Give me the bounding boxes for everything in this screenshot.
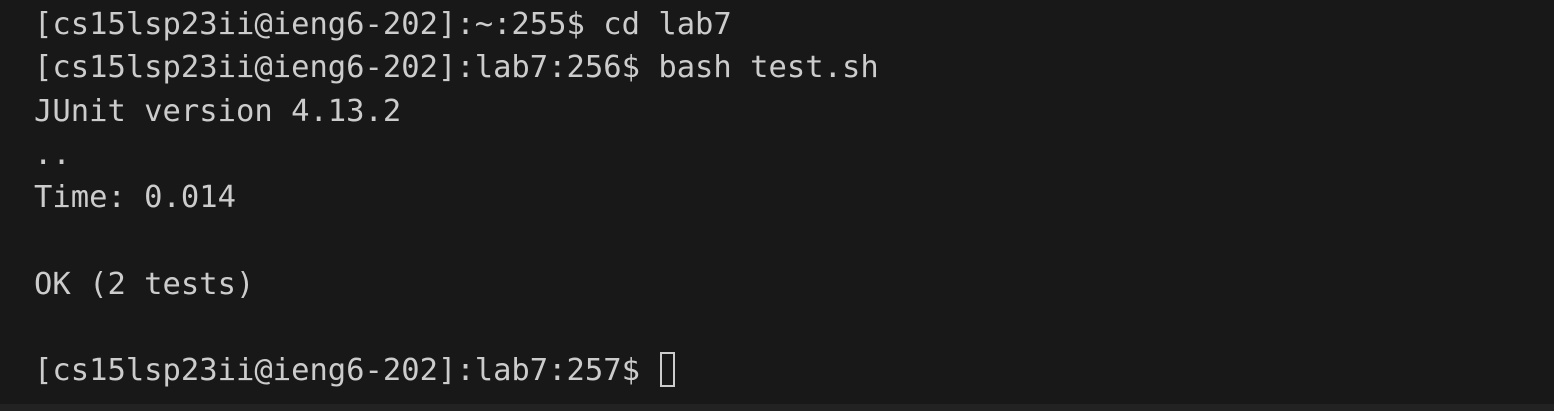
- terminal-cursor[interactable]: [659, 352, 675, 388]
- terminal-line: JUnit version 4.13.2: [34, 93, 402, 129]
- terminal-output: [cs15lsp23ii@ieng6-202]:~:255$ cd lab7 […: [34, 3, 879, 393]
- terminal-line: Time: 0.014: [34, 180, 236, 216]
- terminal-line: OK (2 tests): [34, 266, 255, 302]
- terminal-window[interactable]: [cs15lsp23ii@ieng6-202]:~:255$ cd lab7 […: [0, 0, 1554, 404]
- terminal-line: ..: [34, 136, 71, 172]
- terminal-prompt: [cs15lsp23ii@ieng6-202]:lab7:257$: [34, 353, 640, 389]
- terminal-bottom-edge: [0, 404, 1554, 411]
- terminal-line: [cs15lsp23ii@ieng6-202]:lab7:256$ bash t…: [34, 50, 879, 86]
- terminal-input-line[interactable]: [cs15lsp23ii@ieng6-202]:lab7:257$: [34, 349, 879, 392]
- terminal-line: [cs15lsp23ii@ieng6-202]:~:255$ cd lab7: [34, 7, 732, 42]
